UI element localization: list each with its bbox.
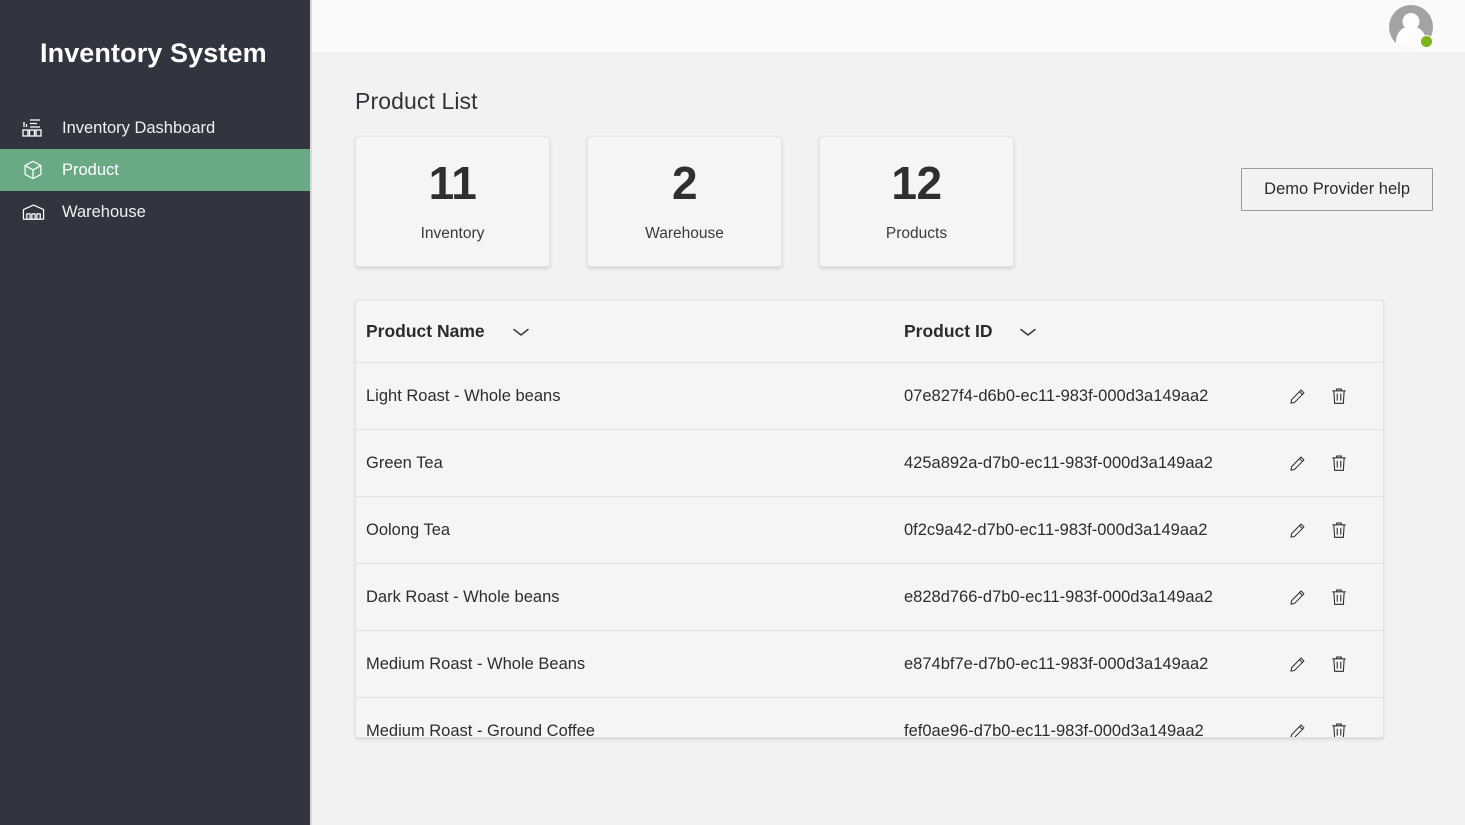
- edit-pencil-icon[interactable]: [1287, 586, 1307, 608]
- delete-trash-icon[interactable]: [1329, 720, 1349, 737]
- table-body-scroll[interactable]: Light Roast - Whole beans 07e827f4-d6b0-…: [356, 363, 1383, 737]
- stat-label: Inventory: [421, 225, 485, 243]
- table-row[interactable]: Light Roast - Whole beans 07e827f4-d6b0-…: [356, 363, 1383, 430]
- cell-actions: [1287, 586, 1383, 608]
- top-bar: [312, 0, 1465, 52]
- cell-product-id: e828d766-d7b0-ec11-983f-000d3a149aa2: [904, 588, 1287, 607]
- edit-pencil-icon[interactable]: [1287, 452, 1307, 474]
- stat-value: 11: [429, 160, 477, 206]
- delete-trash-icon[interactable]: [1329, 653, 1349, 675]
- app-brand-title: Inventory System: [0, 0, 310, 69]
- box-package-icon: [22, 158, 50, 182]
- avatar[interactable]: [1389, 5, 1433, 49]
- content-area: Product List Demo Provider help 11 Inven…: [312, 52, 1465, 738]
- column-header-product-name[interactable]: Product Name: [356, 321, 904, 342]
- warehouse-icon: [22, 200, 50, 224]
- table-row[interactable]: Green Tea 425a892a-d7b0-ec11-983f-000d3a…: [356, 430, 1383, 497]
- cell-product-id: 07e827f4-d6b0-ec11-983f-000d3a149aa2: [904, 387, 1287, 406]
- app-root: Inventory System Inventory Dashboard: [0, 0, 1465, 825]
- delete-trash-icon[interactable]: [1329, 586, 1349, 608]
- cell-actions: [1287, 519, 1383, 541]
- cell-product-name: Oolong Tea: [356, 521, 904, 540]
- sidebar-item-warehouse[interactable]: Warehouse: [0, 191, 310, 233]
- delete-trash-icon[interactable]: [1329, 452, 1349, 474]
- stat-value: 2: [672, 160, 697, 206]
- stat-label: Products: [886, 225, 947, 243]
- table-row[interactable]: Medium Roast - Whole Beans e874bf7e-d7b0…: [356, 631, 1383, 698]
- cell-product-name: Light Roast - Whole beans: [356, 387, 904, 406]
- demo-provider-help-button[interactable]: Demo Provider help: [1241, 168, 1433, 211]
- status-badge-online: [1420, 35, 1433, 48]
- stat-card-inventory[interactable]: 11 Inventory: [355, 136, 550, 267]
- table-row[interactable]: Medium Roast - Ground Coffee fef0ae96-d7…: [356, 698, 1383, 737]
- cell-actions: [1287, 385, 1383, 407]
- cell-actions: [1287, 452, 1383, 474]
- edit-pencil-icon[interactable]: [1287, 720, 1307, 737]
- column-header-label: Product Name: [366, 321, 485, 342]
- table-header-row: Product Name Product ID: [356, 301, 1383, 363]
- cell-actions: [1287, 653, 1383, 675]
- sidebar-item-label: Product: [62, 162, 119, 179]
- page-title: Product List: [355, 52, 1433, 115]
- cell-product-name: Medium Roast - Whole Beans: [356, 655, 904, 674]
- cell-product-name: Dark Roast - Whole beans: [356, 588, 904, 607]
- edit-pencil-icon[interactable]: [1287, 385, 1307, 407]
- cell-product-id: 0f2c9a42-d7b0-ec11-983f-000d3a149aa2: [904, 521, 1287, 540]
- sidebar-item-label: Inventory Dashboard: [62, 120, 215, 137]
- main-area: Product List Demo Provider help 11 Inven…: [312, 0, 1465, 825]
- table-row[interactable]: Dark Roast - Whole beans e828d766-d7b0-e…: [356, 564, 1383, 631]
- stat-card-products[interactable]: 12 Products: [819, 136, 1014, 267]
- sidebar-nav: Inventory Dashboard Product: [0, 107, 310, 233]
- stat-value: 12: [891, 160, 941, 206]
- column-header-label: Product ID: [904, 321, 992, 342]
- stat-card-warehouse[interactable]: 2 Warehouse: [587, 136, 782, 267]
- sidebar-item-product[interactable]: Product: [0, 149, 310, 191]
- cell-product-id: e874bf7e-d7b0-ec11-983f-000d3a149aa2: [904, 655, 1287, 674]
- chevron-down-icon[interactable]: [511, 326, 531, 338]
- sidebar-item-label: Warehouse: [62, 204, 146, 221]
- cell-product-id: fef0ae96-d7b0-ec11-983f-000d3a149aa2: [904, 722, 1287, 738]
- column-header-product-id[interactable]: Product ID: [904, 321, 1383, 342]
- chevron-down-icon[interactable]: [1018, 326, 1038, 338]
- dashboard-chart-icon: [22, 116, 50, 140]
- cell-product-name: Green Tea: [356, 454, 904, 473]
- table-body: Light Roast - Whole beans 07e827f4-d6b0-…: [356, 363, 1383, 737]
- delete-trash-icon[interactable]: [1329, 519, 1349, 541]
- cell-actions: [1287, 720, 1383, 737]
- table-row[interactable]: Oolong Tea 0f2c9a42-d7b0-ec11-983f-000d3…: [356, 497, 1383, 564]
- cell-product-name: Medium Roast - Ground Coffee: [356, 722, 904, 738]
- sidebar: Inventory System Inventory Dashboard: [0, 0, 312, 825]
- product-table: Product Name Product ID: [355, 300, 1384, 738]
- stat-label: Warehouse: [645, 225, 724, 243]
- edit-pencil-icon[interactable]: [1287, 653, 1307, 675]
- edit-pencil-icon[interactable]: [1287, 519, 1307, 541]
- cell-product-id: 425a892a-d7b0-ec11-983f-000d3a149aa2: [904, 454, 1287, 473]
- delete-trash-icon[interactable]: [1329, 385, 1349, 407]
- sidebar-item-inventory-dashboard[interactable]: Inventory Dashboard: [0, 107, 310, 149]
